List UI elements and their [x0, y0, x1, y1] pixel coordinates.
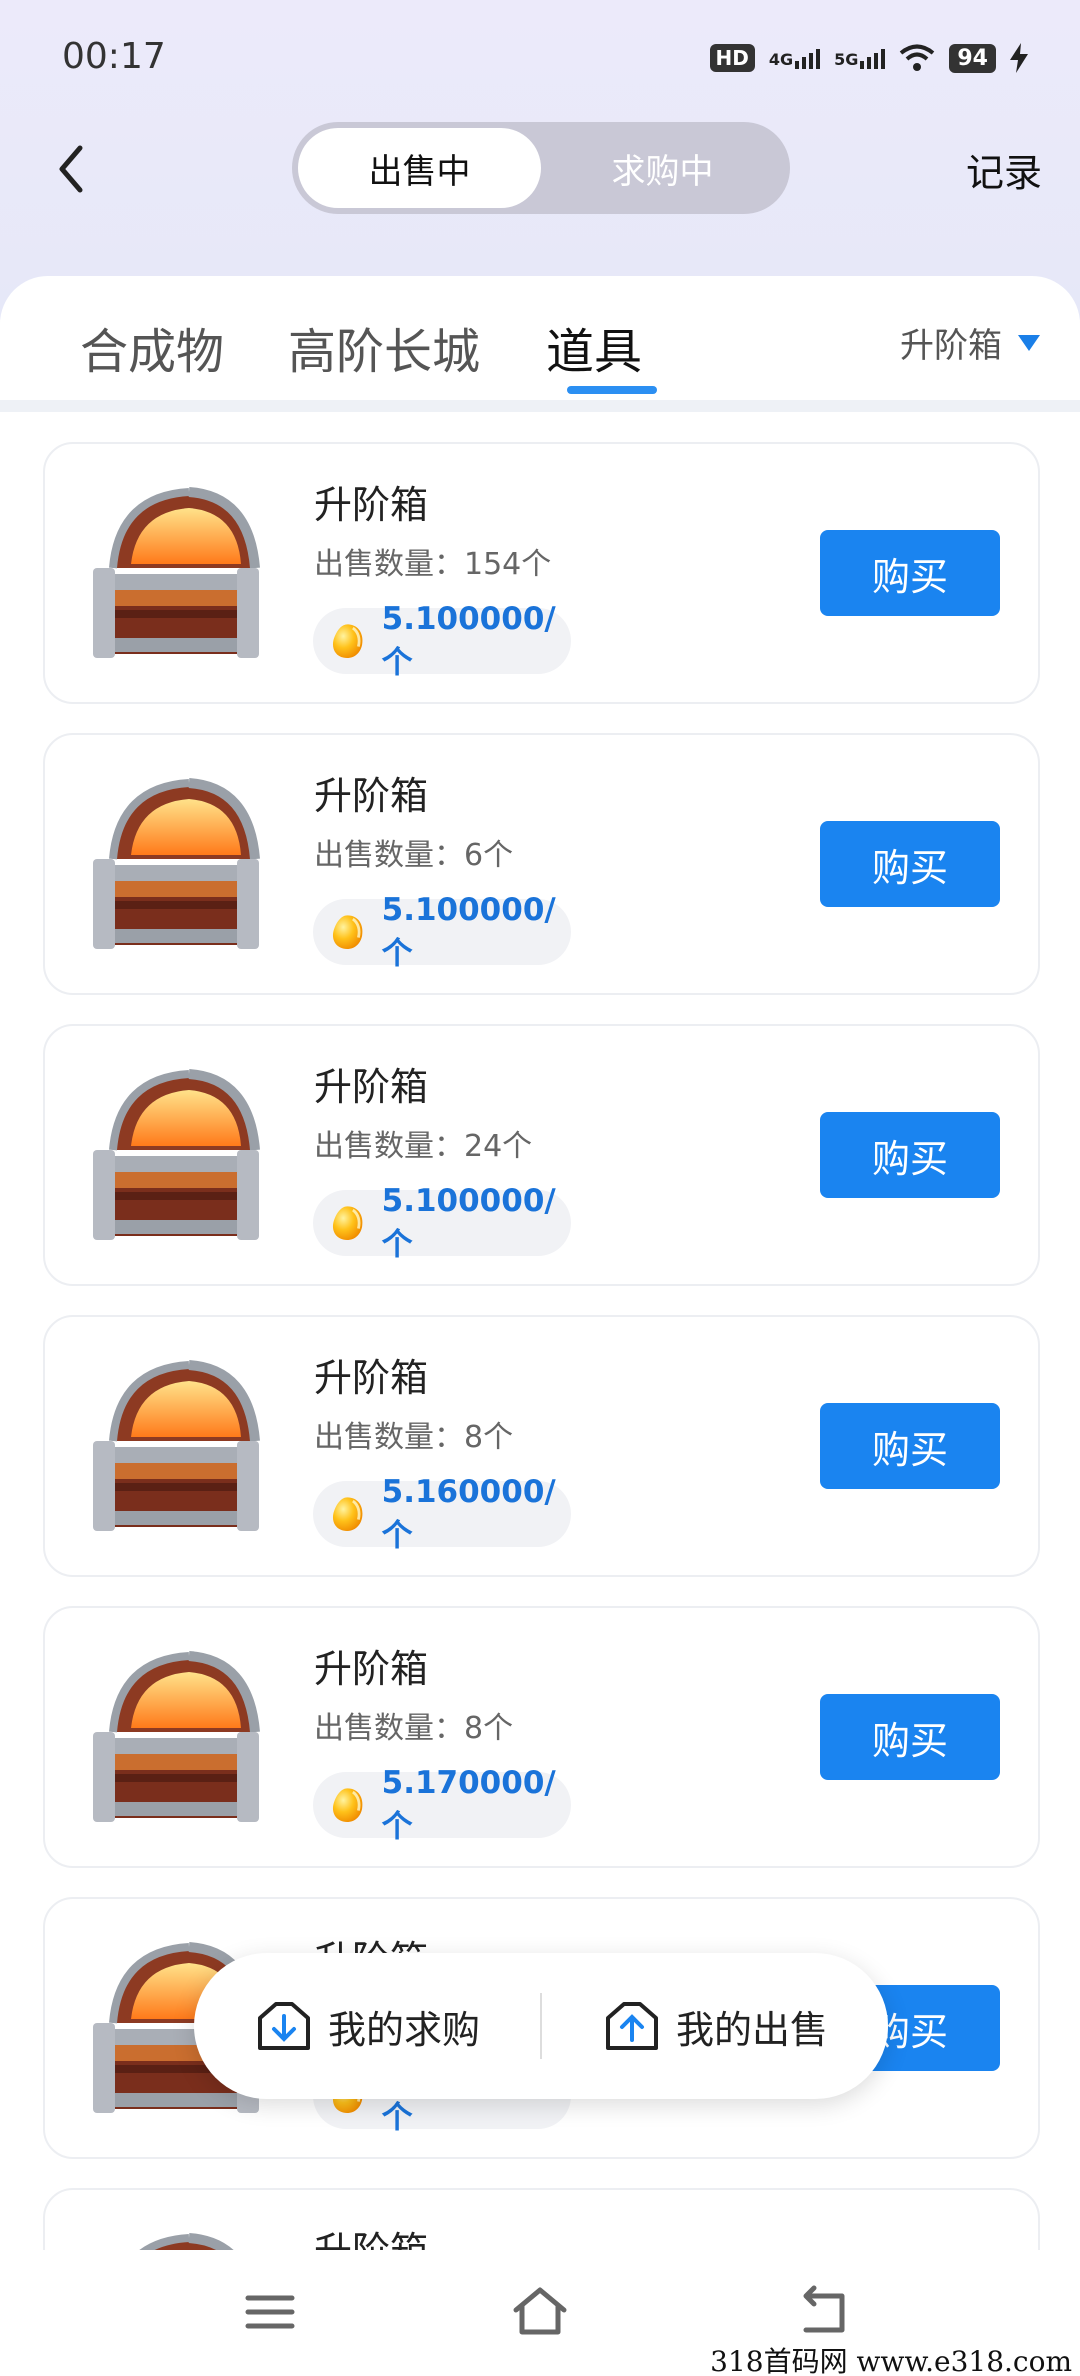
- treasure-chest-icon: [79, 1064, 269, 1254]
- item-quantity: 出售数量：154个: [314, 547, 552, 582]
- coin-icon: [327, 1492, 368, 1536]
- price-pill: 5.170000/个: [313, 1765, 571, 1845]
- filter-label: 升阶箱: [900, 326, 1002, 366]
- signal-5g-icon: 5G: [834, 47, 886, 69]
- buy-button[interactable]: 购买: [820, 821, 1000, 907]
- item-price: 5.100000/个: [381, 1182, 556, 1263]
- battery-icon: 94: [949, 43, 996, 73]
- item-price: 5.160000/个: [381, 1473, 556, 1554]
- price-pill: 5.100000/个: [313, 892, 571, 972]
- tab-synthetics[interactable]: 合成物: [80, 312, 224, 382]
- upload-box-icon: [606, 2002, 658, 2050]
- item-quantity: 出售数量：8个: [314, 1420, 514, 1455]
- my-buy-orders-button[interactable]: 我的求购: [254, 1953, 480, 2099]
- coin-icon: [327, 1783, 368, 1827]
- menu-icon[interactable]: [238, 2280, 302, 2344]
- list-item: 升阶箱 出售数量：8个 5.170000/个 购买: [43, 1606, 1040, 1868]
- item-name: 升阶箱: [314, 774, 429, 818]
- tab-selling[interactable]: 出售中: [298, 128, 541, 208]
- floating-action-bar: 我的求购 我的出售: [194, 1953, 888, 2099]
- item-quantity: 出售数量：24个: [314, 1129, 533, 1164]
- buy-button[interactable]: 购买: [820, 1403, 1000, 1489]
- item-name: 升阶箱: [314, 1065, 429, 1109]
- item-quantity: 出售数量：6个: [314, 838, 514, 873]
- price-pill: 5.100000/个: [313, 601, 571, 681]
- status-time: 00:17: [62, 36, 166, 77]
- tab-items[interactable]: 道具: [546, 312, 642, 382]
- list-item: 升阶箱 出售数量：8个 5.160000/个 购买: [43, 1315, 1040, 1577]
- coin-icon: [327, 1201, 368, 1245]
- list-item: 升阶箱 出售数量：154个 5.100000/个 购买: [43, 442, 1040, 704]
- divider: [0, 400, 1080, 412]
- buy-button[interactable]: 购买: [820, 1694, 1000, 1780]
- sell-buy-switch: 出售中 求购中: [292, 122, 790, 214]
- signal-4g-icon: 4G: [769, 47, 821, 69]
- back-icon[interactable]: [40, 134, 110, 204]
- treasure-chest-icon: [79, 1646, 269, 1836]
- item-quantity: 出售数量：8个: [314, 1711, 514, 1746]
- list-item: 升阶箱 出售数量：24个 5.100000/个 购买: [43, 1024, 1040, 1286]
- header: 出售中 求购中 记录: [0, 120, 1080, 220]
- category-tabs: 合成物 高阶长城 道具 升阶箱: [0, 276, 1080, 406]
- status-bar: 00:17 HD 4G 5G 94: [0, 0, 1080, 120]
- item-price: 5.100000/个: [381, 891, 556, 972]
- tab-buying[interactable]: 求购中: [541, 128, 784, 208]
- item-name: 升阶箱: [314, 1356, 429, 1400]
- price-pill: 5.160000/个: [313, 1474, 571, 1554]
- item-price: 5.170000/个: [381, 1764, 556, 1845]
- item-name: 升阶箱: [314, 1647, 429, 1691]
- buy-button[interactable]: 购买: [820, 530, 1000, 616]
- treasure-chest-icon: [79, 2228, 269, 2250]
- home-icon[interactable]: [508, 2280, 572, 2344]
- treasure-chest-icon: [79, 773, 269, 963]
- treasure-chest-icon: [79, 1355, 269, 1545]
- price-pill: 5.100000/个: [313, 1183, 571, 1263]
- watermark: 318首码网 www.e318.com: [710, 2345, 1072, 2376]
- dropdown-arrow-icon: [1018, 334, 1040, 351]
- buy-button[interactable]: 购买: [820, 1112, 1000, 1198]
- coin-icon: [327, 619, 368, 663]
- tab-great-wall[interactable]: 高阶长城: [288, 312, 480, 382]
- item-price: 5.100000/个: [381, 600, 556, 681]
- download-box-icon: [258, 2002, 310, 2050]
- filter-dropdown[interactable]: 升阶箱: [900, 318, 1040, 367]
- my-buy-orders-label: 我的求购: [328, 2007, 481, 2052]
- list-item: 升阶箱 出售数量：6个 5.100000/个 购买: [43, 733, 1040, 995]
- record-link[interactable]: 记录: [966, 142, 1042, 197]
- my-sell-orders-button[interactable]: 我的出售: [602, 1953, 828, 2099]
- item-name: 升阶箱: [314, 483, 429, 527]
- my-sell-orders-label: 我的出售: [676, 2007, 829, 2052]
- hd-icon: HD: [709, 44, 755, 72]
- wifi-icon: [900, 44, 935, 71]
- list-item: 升阶箱: [43, 2188, 1040, 2250]
- item-name: 升阶箱: [314, 2220, 428, 2250]
- back-nav-icon[interactable]: [792, 2280, 856, 2344]
- coin-icon: [327, 910, 368, 954]
- active-tab-indicator: [567, 386, 657, 394]
- charging-icon: [1010, 43, 1028, 73]
- divider: [540, 1993, 542, 2059]
- status-icons: HD 4G 5G 94: [709, 38, 1028, 78]
- treasure-chest-icon: [79, 482, 269, 672]
